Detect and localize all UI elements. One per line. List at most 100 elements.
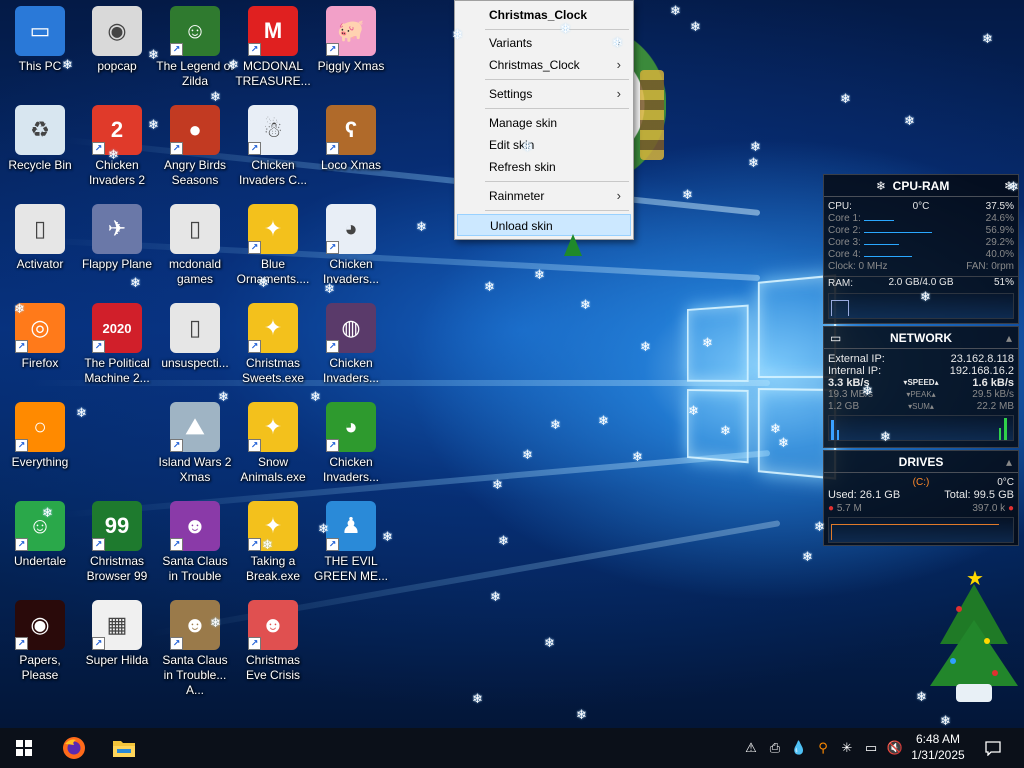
desktop-icon[interactable]: ◉ ↗ Papers, Please <box>1 594 79 686</box>
desktop-icon[interactable]: 2 ↗ Chicken Invaders 2 <box>78 99 156 191</box>
mcdonalds-icon: M ↗ <box>248 6 298 56</box>
snowflake-icon: ❄ <box>682 187 693 202</box>
rainmeter-drop-icon[interactable]: 💧 <box>790 739 808 757</box>
taskbar-firefox[interactable] <box>50 728 98 768</box>
desktop-icon[interactable]: 🐖 ↗ Piggly Xmas <box>312 0 390 92</box>
everything-search-icon[interactable]: ⚲ <box>814 739 832 757</box>
drive-used: Used: 26.1 GB <box>828 489 901 501</box>
desktop-icon[interactable]: ▯ Activator <box>1 198 79 290</box>
clock[interactable]: 6:48 AM 1/31/2025 <box>906 731 970 763</box>
drives-graph <box>828 517 1014 543</box>
desktop-icon[interactable]: ▦ ↗ Super Hilda <box>78 594 156 686</box>
desktop-icon[interactable]: ☻ ↗ Christmas Eve Crisis <box>234 594 312 686</box>
desktop-icon[interactable]: ✈ Flappy Plane <box>78 198 156 290</box>
windows-logo-wallpaper <box>686 274 837 480</box>
shortcut-arrow-icon: ↗ <box>92 637 105 650</box>
desktop-icon[interactable]: ☺ ↗ The Legend of Zilda <box>156 0 234 92</box>
desktop-icon[interactable]: ▯ unsuspecti... <box>156 297 234 389</box>
internal-ip-label: Internal IP: <box>828 365 882 377</box>
snowflake-icon: ❄ <box>982 31 993 46</box>
desktop-icon[interactable]: ʕ ↗ Loco Xmas <box>312 99 390 191</box>
desktop-icon[interactable]: ◉ popcap <box>78 0 156 92</box>
volume-muted-icon[interactable]: 🔇 <box>886 739 904 757</box>
snowflake-icon: ❄ <box>880 429 891 444</box>
desktop-icon[interactable]: ▯ mcdonald games <box>156 198 234 290</box>
shortcut-arrow-icon: ↗ <box>15 439 28 452</box>
printer-error-icon[interactable]: ⎙ <box>766 739 784 757</box>
menu-title-christmas-clock[interactable]: Christmas_Clock <box>457 4 631 26</box>
menu-item-settings[interactable]: Settings › <box>457 83 631 105</box>
snowflake-icon[interactable]: ✳ <box>838 739 856 757</box>
desktop[interactable]: ▭ This PC ◉ popcap ☺ ↗ The Legend of Zilda M ↗ MC… <box>0 0 1024 728</box>
snowflake-icon: ❄ <box>802 549 813 564</box>
desktop-icon[interactable]: ☺ ↗ Undertale <box>1 495 79 587</box>
menu-item-rainmeter[interactable]: Rainmeter › <box>457 185 631 207</box>
internal-ip: 192.168.16.2 <box>949 365 1014 377</box>
chicken-santa-icon: ◕ ↗ <box>326 204 376 254</box>
shortcut-arrow-icon: ↗ <box>248 142 261 155</box>
desktop-icon[interactable]: ✦ ↗ Taking a Break.exe <box>234 495 312 587</box>
snowflake-icon: ❄ <box>522 139 533 154</box>
snowflake-icon: ❄ <box>940 713 951 728</box>
desktop-icon[interactable]: ⛰ ↗ Island Wars 2 Xmas <box>156 396 234 488</box>
pig-icon: 🐖 ↗ <box>326 6 376 56</box>
desktop-icon[interactable]: ◍ ↗ Chicken Invaders... <box>312 297 390 389</box>
menu-item-variants[interactable]: Variants › <box>457 32 631 54</box>
desktop-icon[interactable]: ▭ This PC <box>1 0 79 92</box>
collapse-icon[interactable]: ▴ <box>1006 451 1012 473</box>
desktop-icon[interactable]: ○ ↗ Everything <box>1 396 79 488</box>
drives-widget[interactable]: DRIVES ▴ (C:) 0°C Used: 26.1 GB Total: 99.5… <box>823 450 1019 546</box>
desktop-icon-label: Chicken Invaders 2 <box>88 158 146 187</box>
desktop-icon[interactable]: 2020 ↗ The Political Machine 2... <box>78 297 156 389</box>
desktop-icon[interactable]: ☃ ↗ Chicken Invaders C... <box>234 99 312 191</box>
angry-birds-icon: ● ↗ <box>170 105 220 155</box>
peak-up: 29.5 kB/s <box>972 389 1014 400</box>
shortcut-arrow-icon: ↗ <box>170 538 183 551</box>
collapse-icon[interactable]: ▴ <box>1006 327 1012 349</box>
snowflake-icon: ❄ <box>324 281 335 296</box>
chicken-planet-icon: ◍ ↗ <box>326 303 376 353</box>
menu-item-refresh-skin[interactable]: Refresh skin <box>457 156 631 178</box>
shortcut-arrow-icon: ↗ <box>326 142 339 155</box>
desktop-icon[interactable]: ☻ ↗ Santa Claus in Trouble <box>156 495 234 587</box>
menu-item-unload-skin[interactable]: Unload skin <box>457 214 631 236</box>
desktop-icon[interactable]: ◕ ↗ Chicken Invaders... <box>312 396 390 488</box>
monitor-icon: ▭ <box>830 331 842 345</box>
snowflake-icon: ❄ <box>108 147 119 162</box>
desktop-icon[interactable]: ◕ ↗ Chicken Invaders... <box>312 198 390 290</box>
desktop-icon[interactable]: ◎ ↗ Firefox <box>1 297 79 389</box>
desktop-icon[interactable]: ✦ ↗ Christmas Sweets.exe <box>234 297 312 389</box>
snowflake-icon: ❄ <box>210 615 221 630</box>
desktop-icon[interactable]: M ↗ MCDONAL TREASURE... <box>234 0 312 92</box>
shortcut-arrow-icon: ↗ <box>92 538 105 551</box>
snowflake-icon: ❄ <box>550 417 561 432</box>
start-button[interactable] <box>0 728 48 768</box>
document-icon: ▯ <box>170 303 220 353</box>
desktop-icon[interactable]: ♻ Recycle Bin <box>1 99 79 191</box>
snowflake-icon: ❄ <box>148 47 159 62</box>
snowflake-icon: ❄ <box>916 689 927 704</box>
desktop-icon[interactable]: 99 ↗ Christmas Browser 99 <box>78 495 156 587</box>
snowflake-icon: ❄ <box>498 533 509 548</box>
santa-icon: ☻ ↗ <box>248 600 298 650</box>
clock-time: 6:48 AM <box>915 732 961 746</box>
desktop-icon[interactable]: ✦ ↗ Blue Ornaments.... <box>234 198 312 290</box>
snowflake-icon: ❄ <box>262 537 273 552</box>
desktop-icon[interactable]: ♟ ↗ THE EVIL GREEN ME... <box>312 495 390 587</box>
desktop-icon[interactable]: ☻ ↗ Santa Claus in Trouble... A... <box>156 594 234 697</box>
taskbar: ⚠ ⎙ 💧 ⚲ ✳ ▭ 🔇 6:48 AM 1/31/2025 <box>0 728 1024 768</box>
menu-item-christmas-clock[interactable]: Christmas_Clock › <box>457 54 631 76</box>
desktop-icon[interactable]: ✦ ↗ Snow Animals.exe <box>234 396 312 488</box>
desktop-icon[interactable]: ● ↗ Angry Birds Seasons <box>156 99 234 191</box>
core3-label: Core 3: <box>828 237 861 248</box>
action-center-button[interactable] <box>978 728 1008 768</box>
core3-usage: 29.2% <box>985 237 1014 248</box>
virus-alert-icon[interactable]: ⚠ <box>742 739 760 757</box>
network-disconnected-icon[interactable]: ▭ <box>862 739 880 757</box>
desktop-icon-label: Super Hilda <box>85 653 149 667</box>
pinwheel-icon: ✦ ↗ <box>248 303 298 353</box>
menu-item-edit-skin[interactable]: Edit skin <box>457 134 631 156</box>
network-widget[interactable]: ▭ NETWORK ▴ External IP: 23.162.8.118 Inter… <box>823 326 1019 448</box>
taskbar-file-explorer[interactable] <box>100 728 148 768</box>
menu-item-manage-skin[interactable]: Manage skin <box>457 112 631 134</box>
